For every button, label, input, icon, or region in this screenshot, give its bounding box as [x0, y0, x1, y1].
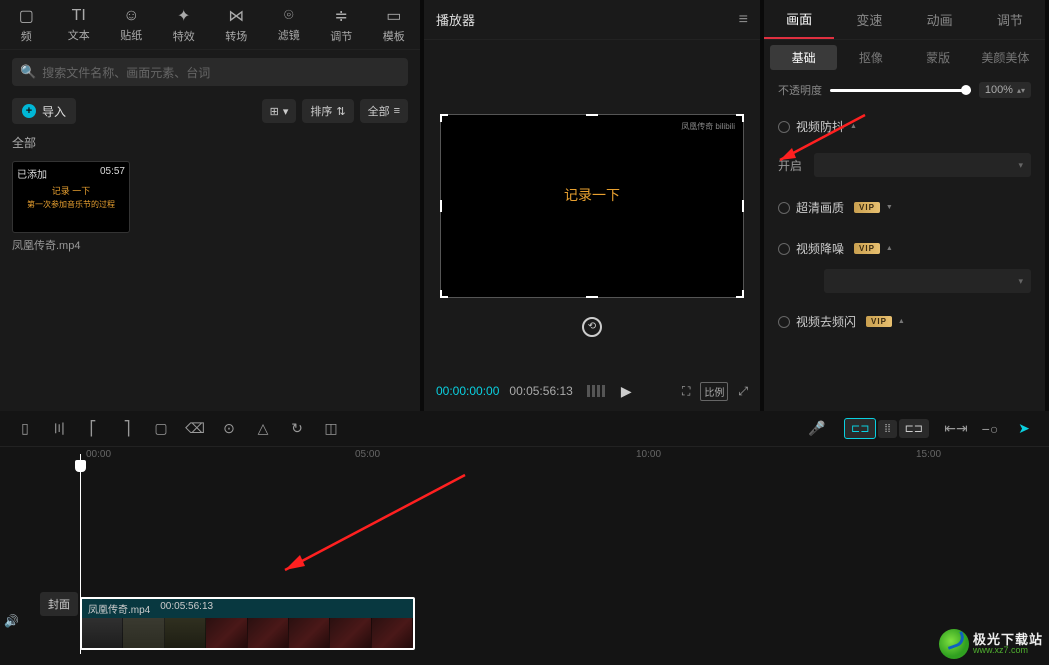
tab-filter[interactable]: ⌾滤镜: [263, 7, 316, 43]
enable-label: 开启: [778, 157, 802, 174]
opacity-label: 不透明度: [778, 82, 822, 98]
cover-button[interactable]: 封面: [40, 592, 78, 616]
rtab-speed[interactable]: 变速: [834, 0, 904, 39]
ratio-button[interactable]: 比例: [700, 382, 728, 401]
play-button[interactable]: ▶: [621, 383, 632, 400]
tab-sticker[interactable]: ☺贴纸: [105, 7, 158, 43]
vip-badge: VIP: [854, 202, 880, 213]
resize-handle-tr[interactable]: [736, 114, 744, 122]
added-badge: 已添加: [17, 166, 47, 181]
split-tool[interactable]: 〣: [42, 415, 76, 443]
opacity-slider[interactable]: [830, 89, 971, 92]
resize-handle-l[interactable]: [440, 200, 442, 212]
rtab-adjust[interactable]: 调节: [975, 0, 1045, 39]
radio-icon: [778, 121, 790, 133]
category-all-label: 全部: [0, 132, 420, 157]
video-watermark: 凤凰传奇 bilibili: [681, 121, 735, 132]
clip-thumbnails: [82, 618, 413, 650]
cursor-icon[interactable]: ➤: [1007, 415, 1041, 443]
speaker-icon[interactable]: 🔊: [4, 614, 19, 628]
vip-badge: VIP: [854, 243, 880, 254]
import-button[interactable]: + 导入: [12, 98, 76, 124]
mic-icon[interactable]: 🎤: [800, 415, 834, 443]
deflicker-toggle[interactable]: 视频去频闪 VIP ▲: [764, 301, 1045, 342]
tab-adjust[interactable]: ≑调节: [315, 6, 368, 44]
search-input[interactable]: 🔍 搜索文件名称、画面元素、台词: [12, 58, 408, 86]
duration-label: 05:57: [100, 166, 125, 177]
frame-tool[interactable]: ▢: [144, 415, 178, 443]
current-time: 00:00:00:00: [436, 384, 499, 398]
total-time: 00:05:56:13: [509, 384, 572, 398]
media-item[interactable]: 已添加 05:57 记录 一下 第一次参加音乐节的过程 凤凰传奇.mp4: [12, 161, 130, 257]
collapse-icon: ▼: [886, 204, 893, 211]
subtab-cutout[interactable]: 抠像: [837, 45, 904, 70]
timeline-ruler[interactable]: 00:00 05:00 10:00 15:00: [0, 447, 1049, 467]
resize-handle-tl[interactable]: [440, 114, 448, 122]
link-icon[interactable]: ⊏⊐: [899, 419, 929, 438]
enable-dropdown[interactable]: ▾: [814, 153, 1031, 177]
tab-transition[interactable]: ⋈转场: [210, 6, 263, 44]
watermark-logo: 极光下载站 www.xz7.com: [939, 629, 1043, 659]
level-meter-icon: [587, 385, 605, 397]
radio-icon: [778, 243, 790, 255]
speed-tool[interactable]: ⊙: [212, 415, 246, 443]
cut-left-tool[interactable]: ⎡: [76, 415, 110, 443]
snap-icon[interactable]: ⁞⁞: [878, 420, 896, 438]
vip-badge: VIP: [866, 316, 892, 327]
align-icon[interactable]: ⇤⇥: [939, 415, 973, 443]
media-filename: 凤凰传奇.mp4: [12, 233, 130, 257]
rtab-picture[interactable]: 画面: [764, 0, 834, 39]
delete-tool[interactable]: ⌫: [178, 415, 212, 443]
resize-handle-t[interactable]: [586, 114, 598, 116]
resize-handle-bl[interactable]: [440, 290, 448, 298]
playhead[interactable]: [80, 454, 81, 654]
resize-handle-r[interactable]: [742, 200, 744, 212]
preview-canvas[interactable]: 凤凰传奇 bilibili 记录一下 ⟲: [440, 114, 744, 298]
resize-handle-b[interactable]: [586, 296, 598, 298]
denoise-toggle[interactable]: 视频降噪 VIP ▲: [764, 228, 1045, 269]
sort-button[interactable]: 排序⇅: [302, 99, 353, 123]
tab-effect[interactable]: ✦特效: [158, 6, 211, 44]
video-clip[interactable]: 凤凰传奇.mp4 00:05:56:13: [80, 597, 415, 650]
stepper-icon[interactable]: ▴▾: [1017, 88, 1025, 93]
preview-title: 播放器: [436, 10, 475, 29]
subtab-mask[interactable]: 蒙版: [905, 45, 972, 70]
track-area[interactable]: 凤凰传奇.mp4 00:05:56:13: [0, 467, 1049, 657]
clip-name: 凤凰传奇.mp4: [88, 601, 150, 616]
cut-right-tool[interactable]: ⎤: [110, 415, 144, 443]
hd-quality-toggle[interactable]: 超清画质 VIP ▼: [764, 187, 1045, 228]
clip-duration: 00:05:56:13: [160, 601, 213, 616]
crop-icon[interactable]: ⛶: [682, 384, 690, 399]
caption-text: 记录一下: [441, 185, 743, 205]
tab-video[interactable]: ▢频: [0, 6, 53, 44]
zoom-out-icon[interactable]: −○: [973, 415, 1007, 443]
search-icon: 🔍: [20, 64, 36, 80]
opacity-value[interactable]: 100% ▴▾: [979, 82, 1031, 98]
mirror-tool[interactable]: △: [246, 415, 280, 443]
stabilization-toggle[interactable]: 视频防抖 ▲: [764, 106, 1045, 147]
fullscreen-icon[interactable]: ⤢: [738, 384, 748, 399]
rotate-tool[interactable]: ↻: [280, 415, 314, 443]
subtab-beauty[interactable]: 美颜美体: [972, 45, 1039, 70]
subtab-basic[interactable]: 基础: [770, 45, 837, 70]
collapse-icon: ▲: [850, 123, 857, 130]
plus-icon: +: [22, 104, 36, 118]
view-mode-button[interactable]: ⊞▾: [262, 99, 297, 123]
filter-all-button[interactable]: 全部≡: [360, 99, 408, 123]
collapse-icon: ▲: [886, 245, 893, 252]
collapse-icon: ▲: [898, 318, 905, 325]
menu-icon[interactable]: ≡: [739, 11, 748, 29]
resize-handle-br[interactable]: [736, 290, 744, 298]
select-tool[interactable]: ▯: [8, 415, 42, 443]
magnet-on-icon[interactable]: ⊏⊐: [844, 418, 876, 439]
denoise-dropdown[interactable]: ▾: [824, 269, 1031, 293]
radio-icon: [778, 202, 790, 214]
tab-template[interactable]: ▭模板: [368, 6, 421, 44]
refresh-icon[interactable]: ⟲: [582, 317, 602, 337]
radio-icon: [778, 316, 790, 328]
rtab-animation[interactable]: 动画: [905, 0, 975, 39]
tab-text[interactable]: TI文本: [53, 7, 106, 43]
crop-tool[interactable]: ◫: [314, 415, 348, 443]
